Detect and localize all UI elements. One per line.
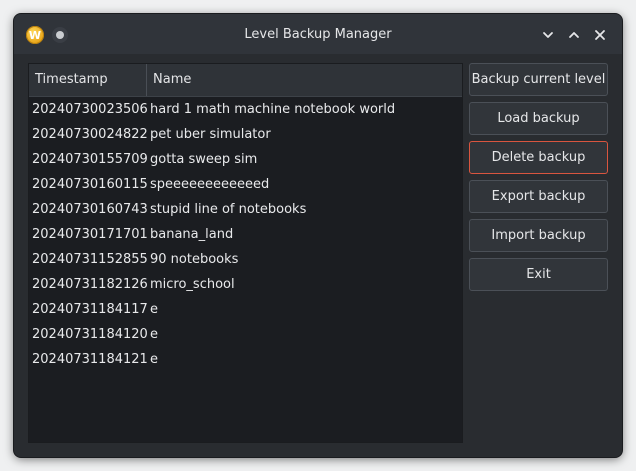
name-cell: banana_land	[150, 227, 234, 242]
delete-backup-button[interactable]: Delete backup	[469, 141, 608, 174]
load-backup-button[interactable]: Load backup	[469, 102, 608, 135]
name-cell: e	[150, 352, 158, 367]
table-row[interactable]: 20240730160743 stupid line of notebooks	[29, 197, 462, 222]
timestamp-cell: 20240731184121	[32, 352, 148, 367]
chevron-up-icon	[569, 32, 579, 38]
chevron-down-icon	[543, 32, 553, 38]
name-cell: stupid line of notebooks	[150, 202, 307, 217]
timestamp-cell: 20240730023506	[32, 102, 148, 117]
timestamp-cell: 20240731152855	[32, 252, 148, 267]
timestamp-cell: 20240731182126	[32, 277, 148, 292]
table-row[interactable]: 20240730171701 banana_land	[29, 222, 462, 247]
table-row[interactable]: 20240731184117 e	[29, 297, 462, 322]
table-body: 20240730023506 hard 1 math machine notebo…	[29, 97, 462, 372]
column-header-timestamp[interactable]: Timestamp	[29, 64, 147, 96]
table-row[interactable]: 20240731152855 90 notebooks	[29, 247, 462, 272]
export-backup-button[interactable]: Export backup	[469, 180, 608, 213]
close-icon	[595, 30, 605, 40]
exit-button[interactable]: Exit	[469, 258, 608, 291]
close-button[interactable]	[590, 25, 610, 45]
table-row[interactable]: 20240731184120 e	[29, 322, 462, 347]
timestamp-cell: 20240730155709	[32, 152, 148, 167]
name-cell: hard 1 math machine notebook world	[150, 102, 396, 117]
name-cell: gotta sweep sim	[150, 152, 258, 167]
import-backup-button[interactable]: Import backup	[469, 219, 608, 252]
timestamp-cell: 20240730160115	[32, 177, 148, 192]
table-row[interactable]: 20240730023506 hard 1 math machine notebo…	[29, 97, 462, 122]
maximize-button[interactable]	[564, 25, 584, 45]
app-window: W Level Backup Manager Timestamp Name 20…	[14, 14, 622, 457]
window-title: Level Backup Manager	[244, 27, 392, 42]
backup-table[interactable]: Timestamp Name 20240730023506 hard 1 math…	[28, 63, 463, 443]
title-bar[interactable]: W Level Backup Manager	[14, 14, 622, 54]
timestamp-cell: 20240730160743	[32, 202, 148, 217]
table-row[interactable]: 20240730160115 speeeeeeeeeeeed	[29, 172, 462, 197]
table-row[interactable]: 20240731182126 micro_school	[29, 272, 462, 297]
timestamp-cell: 20240730024822	[32, 127, 148, 142]
table-header: Timestamp Name	[29, 64, 462, 97]
minimize-button[interactable]	[538, 25, 558, 45]
table-row[interactable]: 20240730024822 pet uber simulator	[29, 122, 462, 147]
timestamp-cell: 20240731184117	[32, 302, 148, 317]
name-cell: speeeeeeeeeeeed	[150, 177, 270, 192]
name-cell: e	[150, 302, 158, 317]
name-cell: e	[150, 327, 158, 342]
table-row[interactable]: 20240731184121 e	[29, 347, 462, 372]
name-cell: pet uber simulator	[150, 127, 271, 142]
name-cell: micro_school	[150, 277, 235, 292]
backup-current-level-button[interactable]: Backup current level	[469, 63, 608, 96]
timestamp-cell: 20240731184120	[32, 327, 148, 342]
column-header-name[interactable]: Name	[147, 64, 462, 96]
table-row[interactable]: 20240730155709 gotta sweep sim	[29, 147, 462, 172]
timestamp-cell: 20240730171701	[32, 227, 148, 242]
name-cell: 90 notebooks	[150, 252, 239, 267]
